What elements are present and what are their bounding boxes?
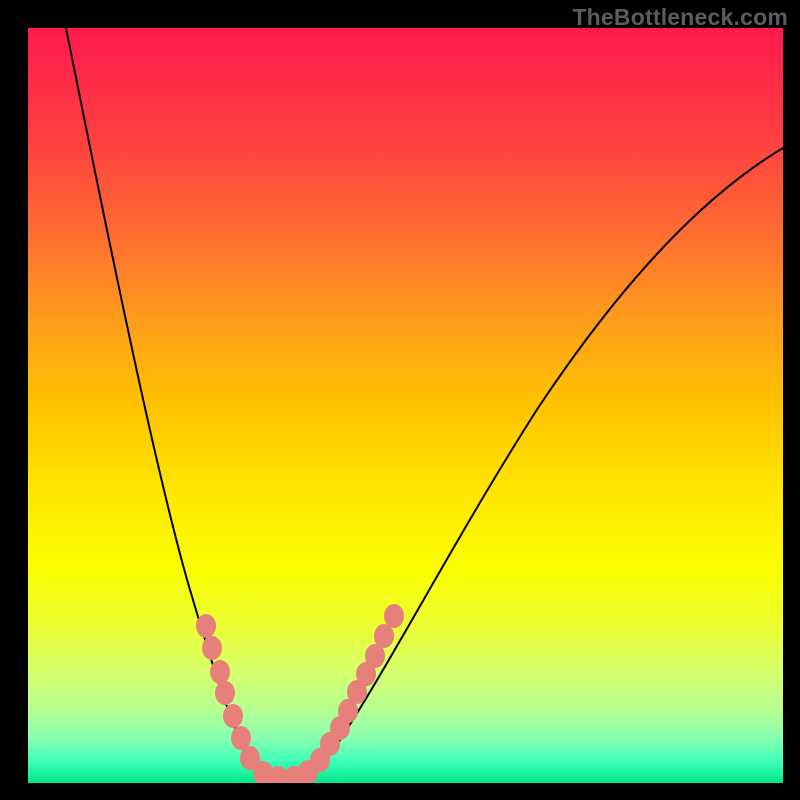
plot-area [28,28,783,783]
curve-lines [66,28,783,779]
data-marker [374,624,394,648]
data-marker [202,636,222,660]
data-marker [215,681,235,705]
watermark-text: TheBottleneck.com [572,4,788,31]
data-markers [196,604,404,783]
data-marker [223,704,243,728]
data-marker [384,604,404,628]
data-marker [196,614,216,638]
series-left-curve [66,28,290,779]
data-marker [210,660,230,684]
chart-frame: TheBottleneck.com [0,0,800,800]
chart-svg [28,28,783,783]
